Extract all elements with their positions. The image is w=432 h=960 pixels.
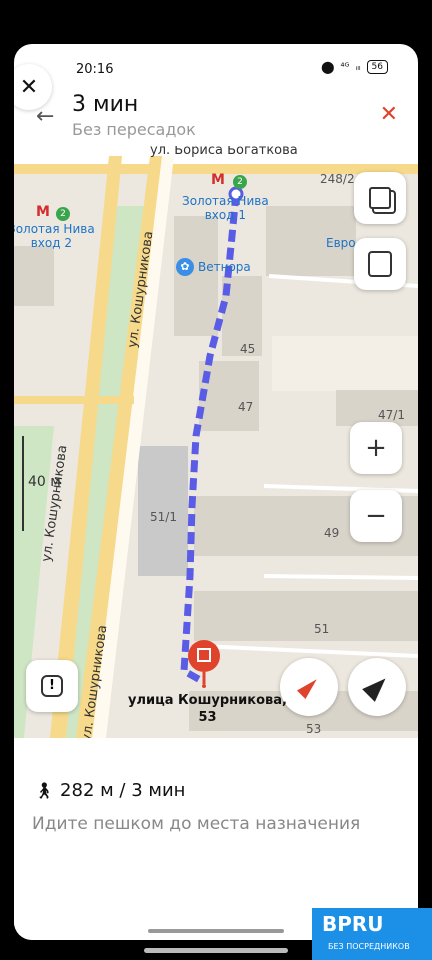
house-number: 51/1 [150, 510, 177, 524]
map-scale-label: 40 м [28, 474, 61, 490]
plus-icon: + [365, 433, 387, 463]
house-number: 49 [324, 526, 340, 540]
navigation-arrow-icon [362, 672, 392, 702]
walk-description: Идите пешком до места назначения [32, 814, 361, 834]
status-bar: 20:16 ⬤ ⁴ᴳ ᵢₗₗ 56 [14, 44, 418, 94]
compass-button[interactable] [280, 658, 338, 716]
status-time: 20:16 [76, 62, 114, 77]
house-number: 47 [238, 400, 254, 414]
route-subtitle: Без пересадок [72, 120, 196, 139]
minus-icon: − [365, 501, 387, 531]
my-location-button[interactable] [348, 658, 406, 716]
road [14, 396, 134, 404]
report-button[interactable]: ! [26, 660, 78, 712]
bus-icon [368, 251, 392, 277]
battery-icon: 56 [366, 60, 388, 74]
network-icon: ⁴ᴳ [340, 61, 350, 73]
house-number: 51 [314, 622, 330, 636]
walk-icon: 🚶︎ [34, 781, 55, 800]
map-scale-bar [22, 436, 24, 531]
warning-icon: ! [41, 675, 63, 697]
metro-icon: M [36, 204, 50, 220]
walk-info: 🚶︎ 282 м / 3 мин [34, 780, 185, 801]
metro-icon: M [211, 172, 225, 188]
home-indicator [148, 929, 284, 933]
paw-icon: ✿ [176, 258, 194, 276]
metro-label-1: Золотая Нива вход 1 [182, 194, 269, 222]
house-number: 47/1 [378, 408, 405, 422]
map-view[interactable]: ул. Бориса Богаткова ул. Кошурникова ул.… [14, 146, 418, 738]
building [14, 246, 54, 306]
destination-pin [188, 640, 220, 672]
signal-icon: ᵢₗₗ [355, 61, 361, 73]
layers-button[interactable] [354, 172, 406, 224]
zoom-in-button[interactable]: + [350, 422, 402, 474]
watermark: BPRU БЕЗ ПОСРЕДНИКОВ [312, 908, 432, 960]
metro-line-badge: 2 [233, 175, 247, 189]
poi-vetnora: Ветнора [198, 260, 251, 274]
close-icon: ✕ [19, 74, 39, 100]
house-number: 248/2 [320, 172, 355, 186]
location-icon: ⬤ [321, 60, 335, 74]
building [272, 336, 418, 391]
building [174, 216, 218, 336]
cancel-route-button[interactable]: ✕ [380, 102, 398, 127]
system-home-indicator[interactable] [144, 948, 288, 953]
layers-icon [369, 187, 391, 209]
house-number: 45 [240, 342, 256, 356]
walk-distance-time: 282 м / 3 мин [60, 780, 186, 801]
metro-label-2: Золотая Нива вход 2 [14, 222, 95, 250]
watermark-tagline: БЕЗ ПОСРЕДНИКОВ [328, 942, 410, 951]
poi-euro: Евро [326, 236, 356, 250]
building [194, 591, 418, 641]
phone-screen: 20:16 ⬤ ⁴ᴳ ᵢₗₗ 56 ← 3 мин Без пересадок … [14, 44, 418, 940]
street-label-top: ул. Бориса Богаткова [150, 146, 298, 158]
compass-icon [296, 674, 322, 700]
route-time: 3 мин [72, 92, 139, 117]
building [336, 390, 418, 426]
transport-button[interactable] [354, 238, 406, 290]
watermark-brand: BPRU [322, 912, 384, 936]
house-number: 53 [306, 722, 322, 736]
metro-line-badge: 2 [56, 207, 70, 221]
destination-label: улица Кошурникова, 53 [128, 693, 287, 725]
status-icons: ⬤ ⁴ᴳ ᵢₗₗ 56 [321, 60, 388, 74]
zoom-out-button[interactable]: − [350, 490, 402, 542]
